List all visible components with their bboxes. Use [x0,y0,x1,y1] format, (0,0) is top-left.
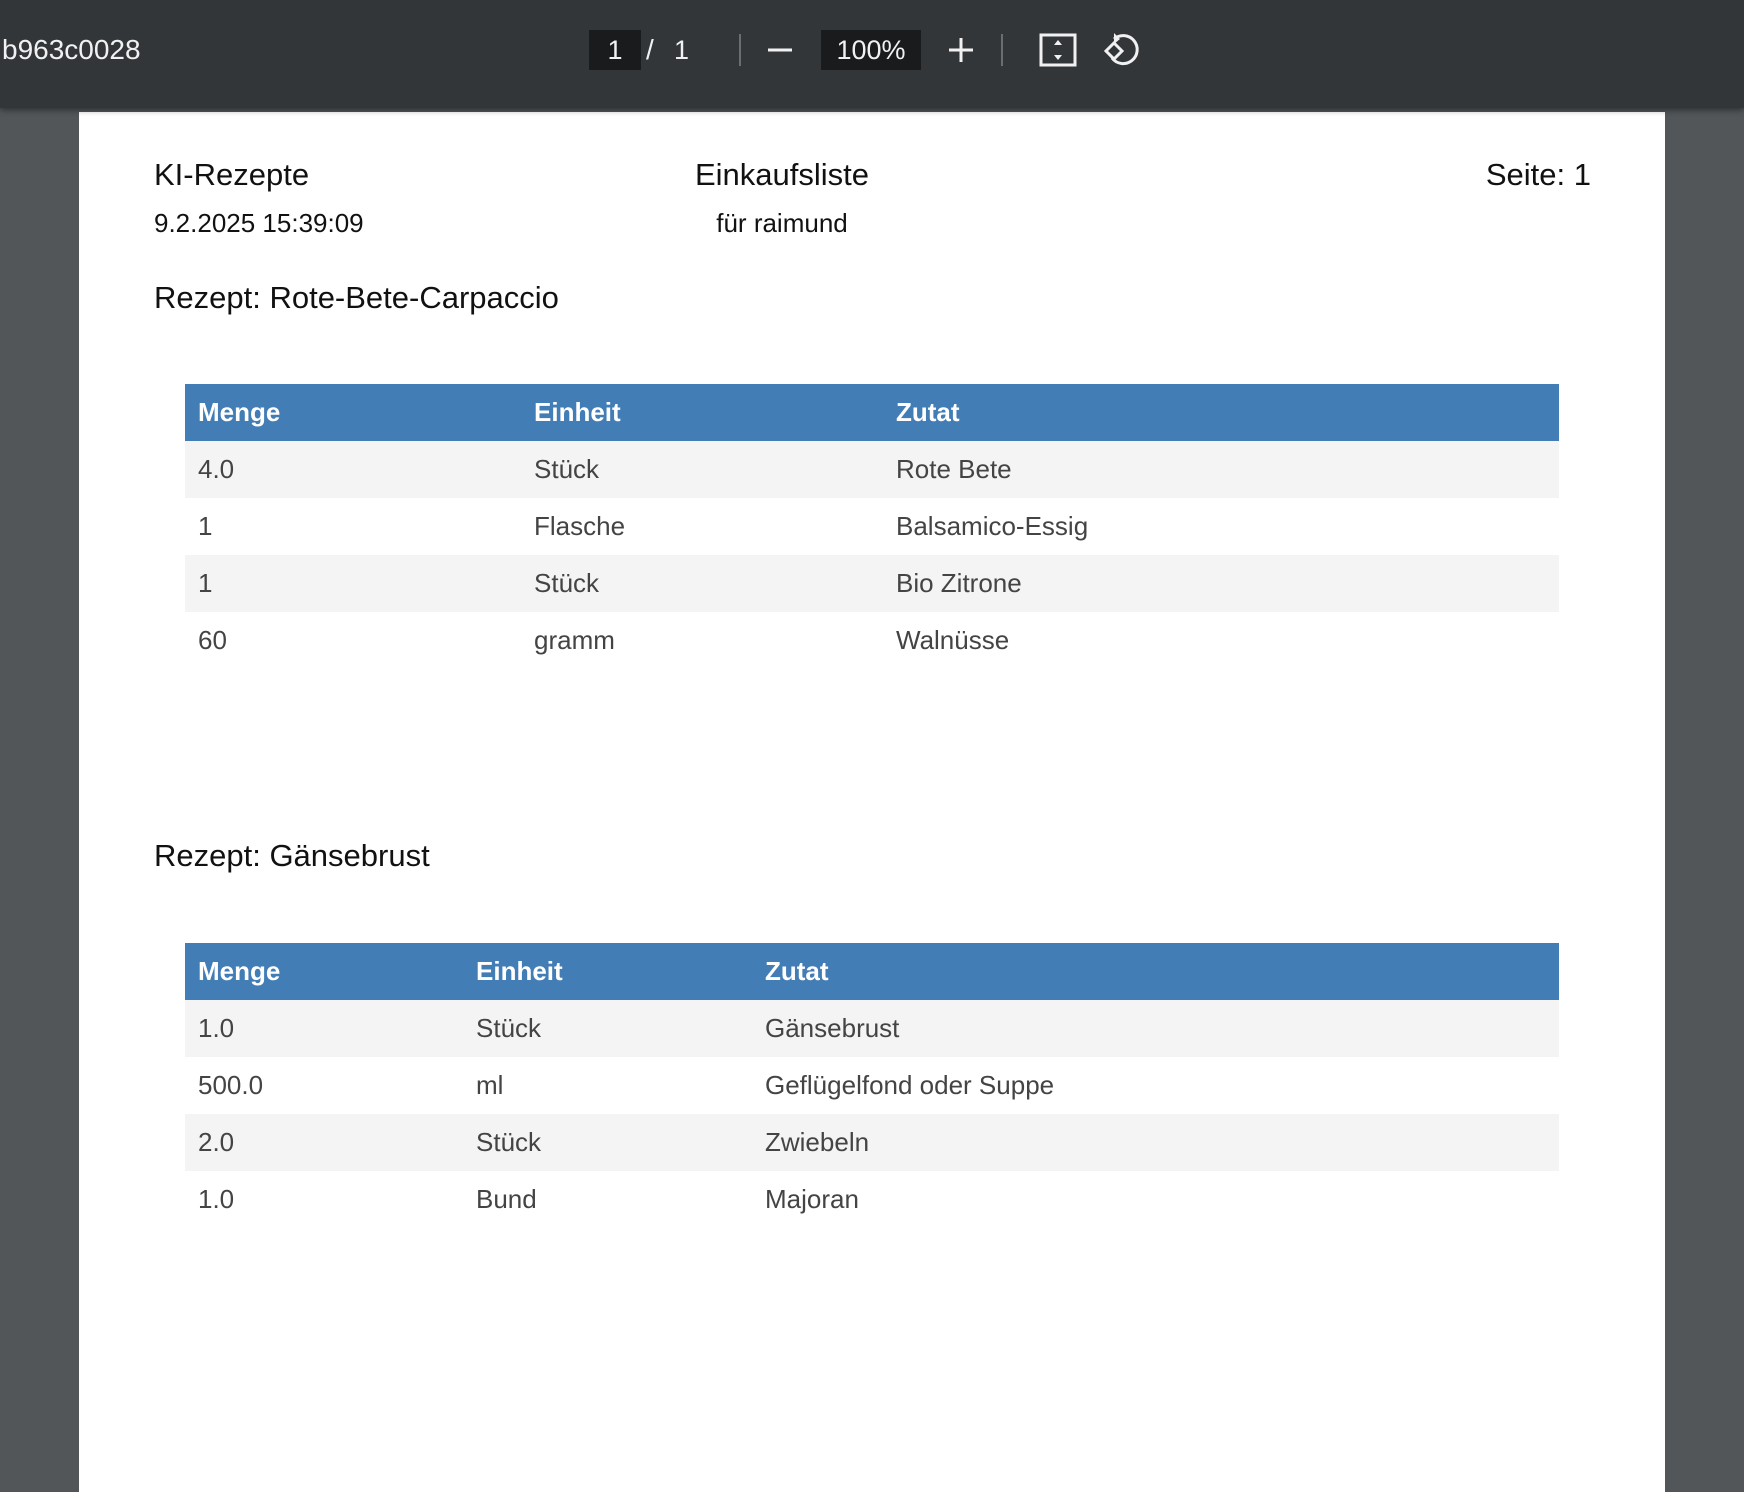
table-row: 1.0 Stück Gänsebrust [185,1000,1559,1057]
column-header-einheit: Einheit [521,384,883,441]
cell-menge: 2.0 [185,1114,463,1171]
cell-einheit: Stück [463,1114,752,1171]
page-label: Seite: 1 [1485,157,1591,192]
zoom-out-button[interactable] [758,28,802,72]
cell-menge: 1.0 [185,1171,463,1228]
cell-zutat: Geflügelfond oder Suppe [752,1057,1559,1114]
page-separator: / [646,34,654,65]
cell-einheit: Stück [463,1000,752,1057]
column-header-einheit: Einheit [463,943,752,1000]
list-title: Einkaufsliste [694,157,870,192]
column-header-zutat: Zutat [883,384,1559,441]
print-datetime: 9.2.2025 15:39:09 [154,208,364,238]
cell-einheit: Stück [521,441,883,498]
pdf-toolbar: b963c0028 / 1 100% [0,0,1744,108]
table-row: 1 Stück Bio Zitrone [185,555,1559,612]
ingredients-table: Menge Einheit Zutat 1.0 Stück Gänsebrust… [185,943,1559,1228]
recipe-title: Rezept: Gänsebrust [154,838,430,873]
rotate-button[interactable] [1100,28,1144,72]
cell-zutat: Majoran [752,1171,1559,1228]
list-owner: für raimund [716,208,848,238]
cell-zutat: Rote Bete [883,441,1559,498]
fit-to-page-button[interactable] [1036,28,1080,72]
cell-zutat: Balsamico-Essig [883,498,1559,555]
table-row: 4.0 Stück Rote Bete [185,441,1559,498]
cell-zutat: Bio Zitrone [883,555,1559,612]
page-number-input[interactable] [589,30,641,70]
table-row: 2.0 Stück Zwiebeln [185,1114,1559,1171]
app-name: KI-Rezepte [154,157,310,192]
toolbar-divider [1001,34,1003,66]
cell-menge: 1.0 [185,1000,463,1057]
cell-zutat: Gänsebrust [752,1000,1559,1057]
minus-icon [768,48,792,52]
cell-einheit: Stück [521,555,883,612]
table-row: 500.0 ml Geflügelfond oder Suppe [185,1057,1559,1114]
zoom-in-button[interactable] [939,28,983,72]
cell-einheit: Flasche [521,498,883,555]
document-title: b963c0028 [2,34,141,65]
cell-menge: 1 [185,498,521,555]
table-row: 1 Flasche Balsamico-Essig [185,498,1559,555]
column-header-menge: Menge [185,384,521,441]
cell-menge: 500.0 [185,1057,463,1114]
zoom-level-field[interactable]: 100% [821,30,921,70]
recipe-title: Rezept: Rote-Bete-Carpaccio [154,280,559,315]
column-header-menge: Menge [185,943,463,1000]
rotate-icon [1103,33,1139,66]
plus-icon [949,38,973,62]
cell-zutat: Zwiebeln [752,1114,1559,1171]
pdf-page: KI-Rezepte 9.2.2025 15:39:09 Einkaufslis… [79,112,1665,1492]
page-count: 1 [674,35,690,65]
column-header-zutat: Zutat [752,943,1559,1000]
ingredients-table: Menge Einheit Zutat 4.0 Stück Rote Bete … [185,384,1559,669]
fit-page-icon [1039,33,1077,67]
toolbar-divider [739,34,741,66]
cell-einheit: ml [463,1057,752,1114]
cell-menge: 4.0 [185,441,521,498]
cell-menge: 60 [185,612,521,669]
table-row: 1.0 Bund Majoran [185,1171,1559,1228]
table-header-row: Menge Einheit Zutat [185,384,1559,441]
cell-einheit: Bund [463,1171,752,1228]
cell-einheit: gramm [521,612,883,669]
cell-menge: 1 [185,555,521,612]
cell-zutat: Walnüsse [883,612,1559,669]
table-row: 60 gramm Walnüsse [185,612,1559,669]
table-header-row: Menge Einheit Zutat [185,943,1559,1000]
